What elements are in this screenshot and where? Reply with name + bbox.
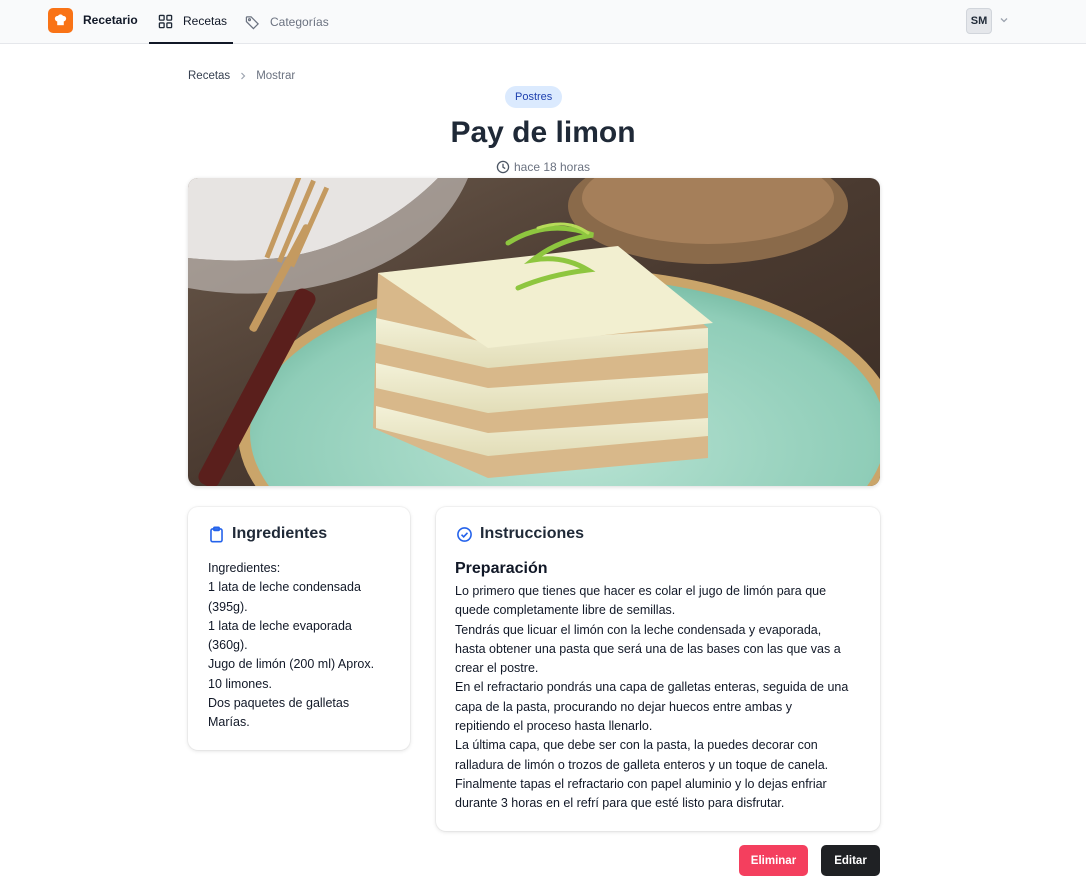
instruction-line: La última capa, que debe ser con la past…	[455, 738, 818, 753]
app-logo[interactable]	[48, 8, 73, 33]
user-avatar[interactable]: SM	[966, 8, 992, 34]
tab-categorias[interactable]: Categorías	[245, 0, 329, 44]
ingredient-line: 1 lata de leche condensada	[208, 580, 361, 595]
instruction-line: crear el postre.	[455, 661, 539, 676]
ingredients-header: Ingredientes	[208, 525, 327, 543]
tab-recetas[interactable]: Recetas	[149, 0, 233, 44]
instructions-header: Instrucciones	[456, 525, 584, 543]
chevron-down-icon[interactable]	[998, 14, 1010, 26]
tag-icon	[245, 15, 260, 30]
ingredient-line: Dos paquetes de galletas	[208, 696, 350, 711]
instructions-text: Lo primero que tienes que hacer es colar…	[455, 582, 867, 814]
instruction-line: Finalmente tapas el refractario con pape…	[455, 776, 827, 791]
ingredient-line: (395g).	[208, 599, 248, 614]
brand-name[interactable]: Recetario	[83, 13, 138, 27]
preparation-subheading: Preparación	[455, 560, 548, 577]
instruction-line: hasta obtener una pasta que será una de …	[455, 641, 841, 656]
ingredients-list: Ingredientes: 1 lata de leche condensada…	[208, 559, 398, 733]
check-circle-icon	[456, 526, 473, 543]
delete-button[interactable]: Eliminar	[739, 845, 808, 876]
instruction-line: En el refractario pondrás una capa de ga…	[455, 680, 849, 695]
category-badge: Postres	[505, 86, 563, 108]
instruction-line: repitiendo el proceso hasta llenarlo.	[455, 719, 653, 734]
tab-recetas-label: Recetas	[183, 14, 228, 28]
recipe-timestamp: hace 18 horas	[0, 160, 1086, 174]
top-navbar: Recetario Recetas Categorías SM	[0, 0, 1086, 44]
breadcrumb-current: Mostrar	[256, 70, 296, 82]
instruction-line: durante 3 horas en el refrí para que est…	[455, 796, 785, 811]
breadcrumb: Recetas Mostrar	[188, 70, 295, 82]
instruction-line: quede completamente libre de semillas.	[455, 603, 676, 618]
recipe-title: Pay de limon	[450, 116, 636, 149]
recipe-image	[188, 178, 880, 486]
ingredient-line: Jugo de limón (200 ml) Aprox.	[208, 657, 375, 672]
clipboard-icon	[208, 525, 225, 543]
instructions-card: Instrucciones Preparación Lo primero que…	[436, 507, 880, 831]
ingredient-line: 1 lata de leche evaporada	[208, 618, 352, 633]
ingredient-line: Ingredientes:	[208, 561, 281, 575]
instruction-line: capa de la pasta, procurando no dejar hu…	[455, 699, 793, 714]
instruction-line: Tendrás que licuar el limón con la leche…	[455, 622, 822, 637]
breadcrumb-recetas-link[interactable]: Recetas	[188, 70, 230, 82]
instruction-line: Lo primero que tienes que hacer es colar…	[455, 584, 827, 598]
ingredient-line: Marías.	[208, 715, 250, 730]
recipe-photo-illustration	[188, 178, 880, 486]
ingredients-card: Ingredientes Ingredientes: 1 lata de lec…	[188, 507, 410, 750]
tab-categorias-label: Categorías	[270, 15, 329, 29]
clock-icon	[496, 160, 510, 174]
chevron-right-icon	[238, 71, 248, 81]
grid-icon	[158, 14, 173, 29]
edit-button[interactable]: Editar	[821, 845, 880, 876]
ingredients-heading: Ingredientes	[232, 525, 328, 542]
instructions-heading: Instrucciones	[480, 525, 585, 542]
ingredient-line: (360g).	[208, 638, 248, 653]
instruction-line: ralladura de limón o trozos de galleta e…	[455, 757, 829, 772]
time-ago: hace 18 horas	[513, 160, 591, 174]
ingredient-line: 10 limones.	[208, 676, 272, 691]
chef-hat-icon	[54, 14, 67, 26]
